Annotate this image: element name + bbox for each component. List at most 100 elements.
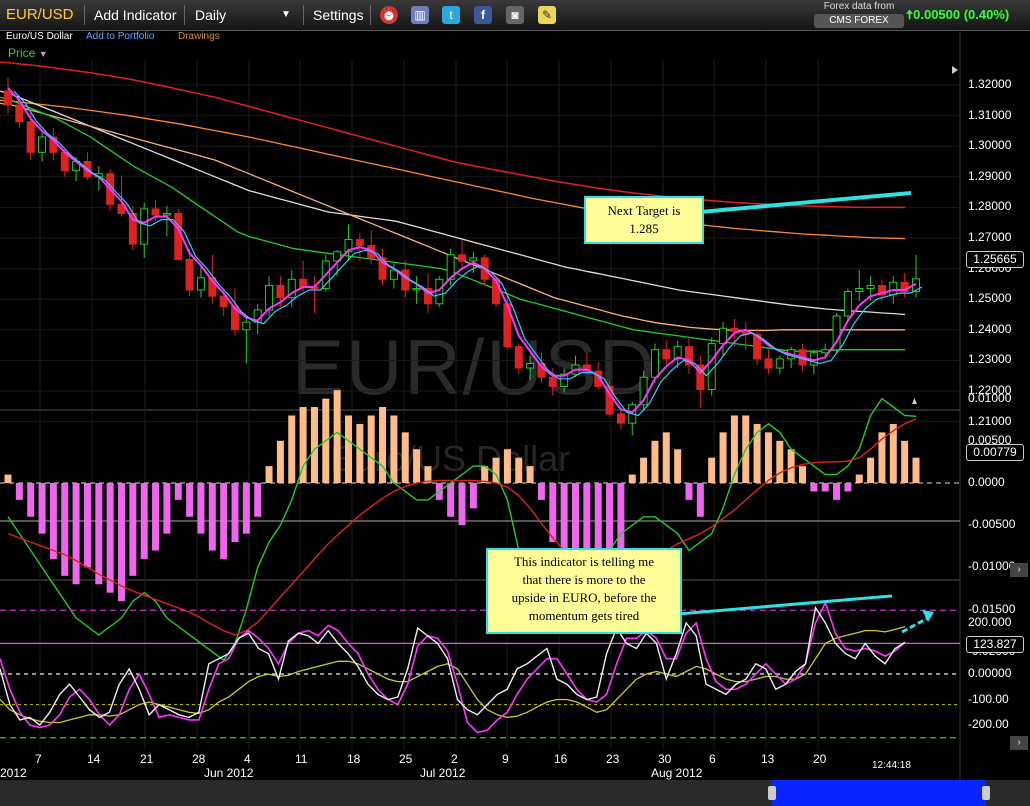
candle-body <box>412 287 421 291</box>
candle-body <box>162 213 171 216</box>
macd-histogram-bar <box>651 440 659 483</box>
date-tick-label: 20 <box>813 752 827 766</box>
date-tick-label: 21 <box>140 752 154 766</box>
candle-body <box>4 90 12 106</box>
price-tick-label: 1.32000 <box>968 77 1012 91</box>
date-tick-label: 28 <box>192 752 206 766</box>
macd-histogram-bar <box>503 449 511 483</box>
oscillator-tick-label: 200.000 <box>968 615 1012 629</box>
date-tick-label: 30 <box>658 752 672 766</box>
date-tick-label: 18 <box>347 752 361 766</box>
macd-histogram-bar <box>310 407 318 483</box>
price-tick-label: 1.24000 <box>968 321 1012 336</box>
macd-histogram-bar <box>912 457 920 483</box>
ma-cyan-line <box>13 90 923 417</box>
scroll-right-arrow[interactable]: › <box>1010 736 1028 750</box>
macd-histogram-bar <box>821 483 829 492</box>
macd-histogram-bar <box>356 423 364 483</box>
macd-histogram-bar <box>628 474 636 483</box>
date-tick-label: 13 <box>761 752 775 766</box>
annotation-line: that there is more to the <box>522 572 646 587</box>
scroll-up-arrow-icon <box>912 398 917 404</box>
date-tick-label: 6 <box>709 752 716 766</box>
candle-body <box>174 213 183 260</box>
candle-body <box>242 321 251 331</box>
candle-body <box>889 281 898 296</box>
oscillator-tick-label: -200.00 <box>968 717 1009 731</box>
macd-histogram-bar <box>515 457 523 483</box>
macd-histogram-bar <box>708 457 716 483</box>
macd-histogram-bar <box>799 466 806 483</box>
scroll-handle-left[interactable] <box>768 786 776 800</box>
candle-body <box>299 278 308 288</box>
macd-histogram-bar <box>333 390 341 483</box>
macd-histogram-bar <box>4 474 12 483</box>
macd-histogram-bar <box>254 483 262 517</box>
price-current-badge: 1.25665 <box>966 251 1024 268</box>
date-tick-label: 9 <box>502 752 509 766</box>
macd-histogram-bar <box>38 483 46 534</box>
macd-histogram-bar <box>276 440 284 483</box>
annotation-line: 1.285 <box>629 221 659 236</box>
oscillator-tick-label: -100.00 <box>968 691 1009 706</box>
price-tick-label: 1.23000 <box>968 352 1012 367</box>
macd-histogram-bar <box>231 483 239 543</box>
candle-body <box>548 376 557 387</box>
date-tick-label: 11 <box>295 752 308 766</box>
arrowhead-icon <box>922 610 934 622</box>
macd-histogram-bar <box>719 432 727 483</box>
annotation-line: momentum gets tired <box>528 608 640 623</box>
macd-histogram-bar <box>764 432 772 483</box>
candle-body <box>514 346 523 369</box>
candle-body <box>526 362 535 369</box>
macd-histogram-bar <box>458 483 466 526</box>
macd-histogram-bar <box>118 483 125 602</box>
macd-histogram-bar <box>265 466 273 483</box>
macd-tick-label: 0.0000 <box>968 475 1005 489</box>
macd-histogram-bar <box>537 483 545 500</box>
price-tick-label: 1.27000 <box>968 230 1012 244</box>
target-annotation[interactable]: Next Target is 1.285 <box>584 196 704 244</box>
date-tick-label: 25 <box>399 752 413 766</box>
macd-histogram-bar <box>776 440 784 483</box>
macd-histogram-bar <box>208 483 216 551</box>
price-tick-label: 1.25000 <box>968 291 1012 306</box>
macd-histogram-bar <box>186 483 194 517</box>
macd-histogram-bar <box>549 483 557 543</box>
scroll-left-arrow-icon <box>952 66 958 74</box>
indicator-annotation[interactable]: This indicator is telling me that there … <box>486 548 682 634</box>
macd-histogram-bar <box>174 483 182 500</box>
chart-canvas[interactable] <box>0 0 1030 806</box>
macd-tick-label: -0.01500 <box>968 601 1016 616</box>
macd-histogram-bar <box>242 483 250 534</box>
candle-body <box>458 254 466 262</box>
macd-histogram-bar <box>288 415 296 483</box>
date-tick-label: 14 <box>87 752 101 766</box>
macd-histogram-bar <box>379 407 387 483</box>
macd-histogram-bar <box>844 483 852 492</box>
macd-histogram-bar <box>447 483 455 517</box>
price-tick-label: 1.31000 <box>968 107 1012 122</box>
ma-red-line <box>0 61 905 209</box>
macd-histogram-bar <box>15 483 23 500</box>
month-tick-label: 2012 <box>0 766 27 780</box>
scroll-right-arrow[interactable]: › <box>1010 563 1028 577</box>
macd-histogram-bar <box>345 415 352 483</box>
candle-body <box>355 239 364 247</box>
candle-body <box>662 349 671 360</box>
macd-histogram-bar <box>367 415 375 483</box>
candle-body <box>140 208 149 245</box>
macd-histogram-bar <box>787 449 795 483</box>
scroll-handle-right[interactable] <box>982 786 990 800</box>
projection-arrow <box>901 616 929 634</box>
macd-histogram-bar <box>152 483 160 551</box>
date-tick-label: 7 <box>35 752 42 766</box>
scrollbar-thumb[interactable] <box>772 780 986 806</box>
candle-body <box>151 208 160 216</box>
oscillator-tick-label: 0.00000 <box>968 666 1012 680</box>
macd-histogram-bar <box>163 483 171 534</box>
macd-histogram-bar <box>95 483 103 585</box>
candle-body <box>26 121 35 153</box>
candle-body <box>469 257 478 262</box>
macd-histogram-bar <box>685 483 693 500</box>
